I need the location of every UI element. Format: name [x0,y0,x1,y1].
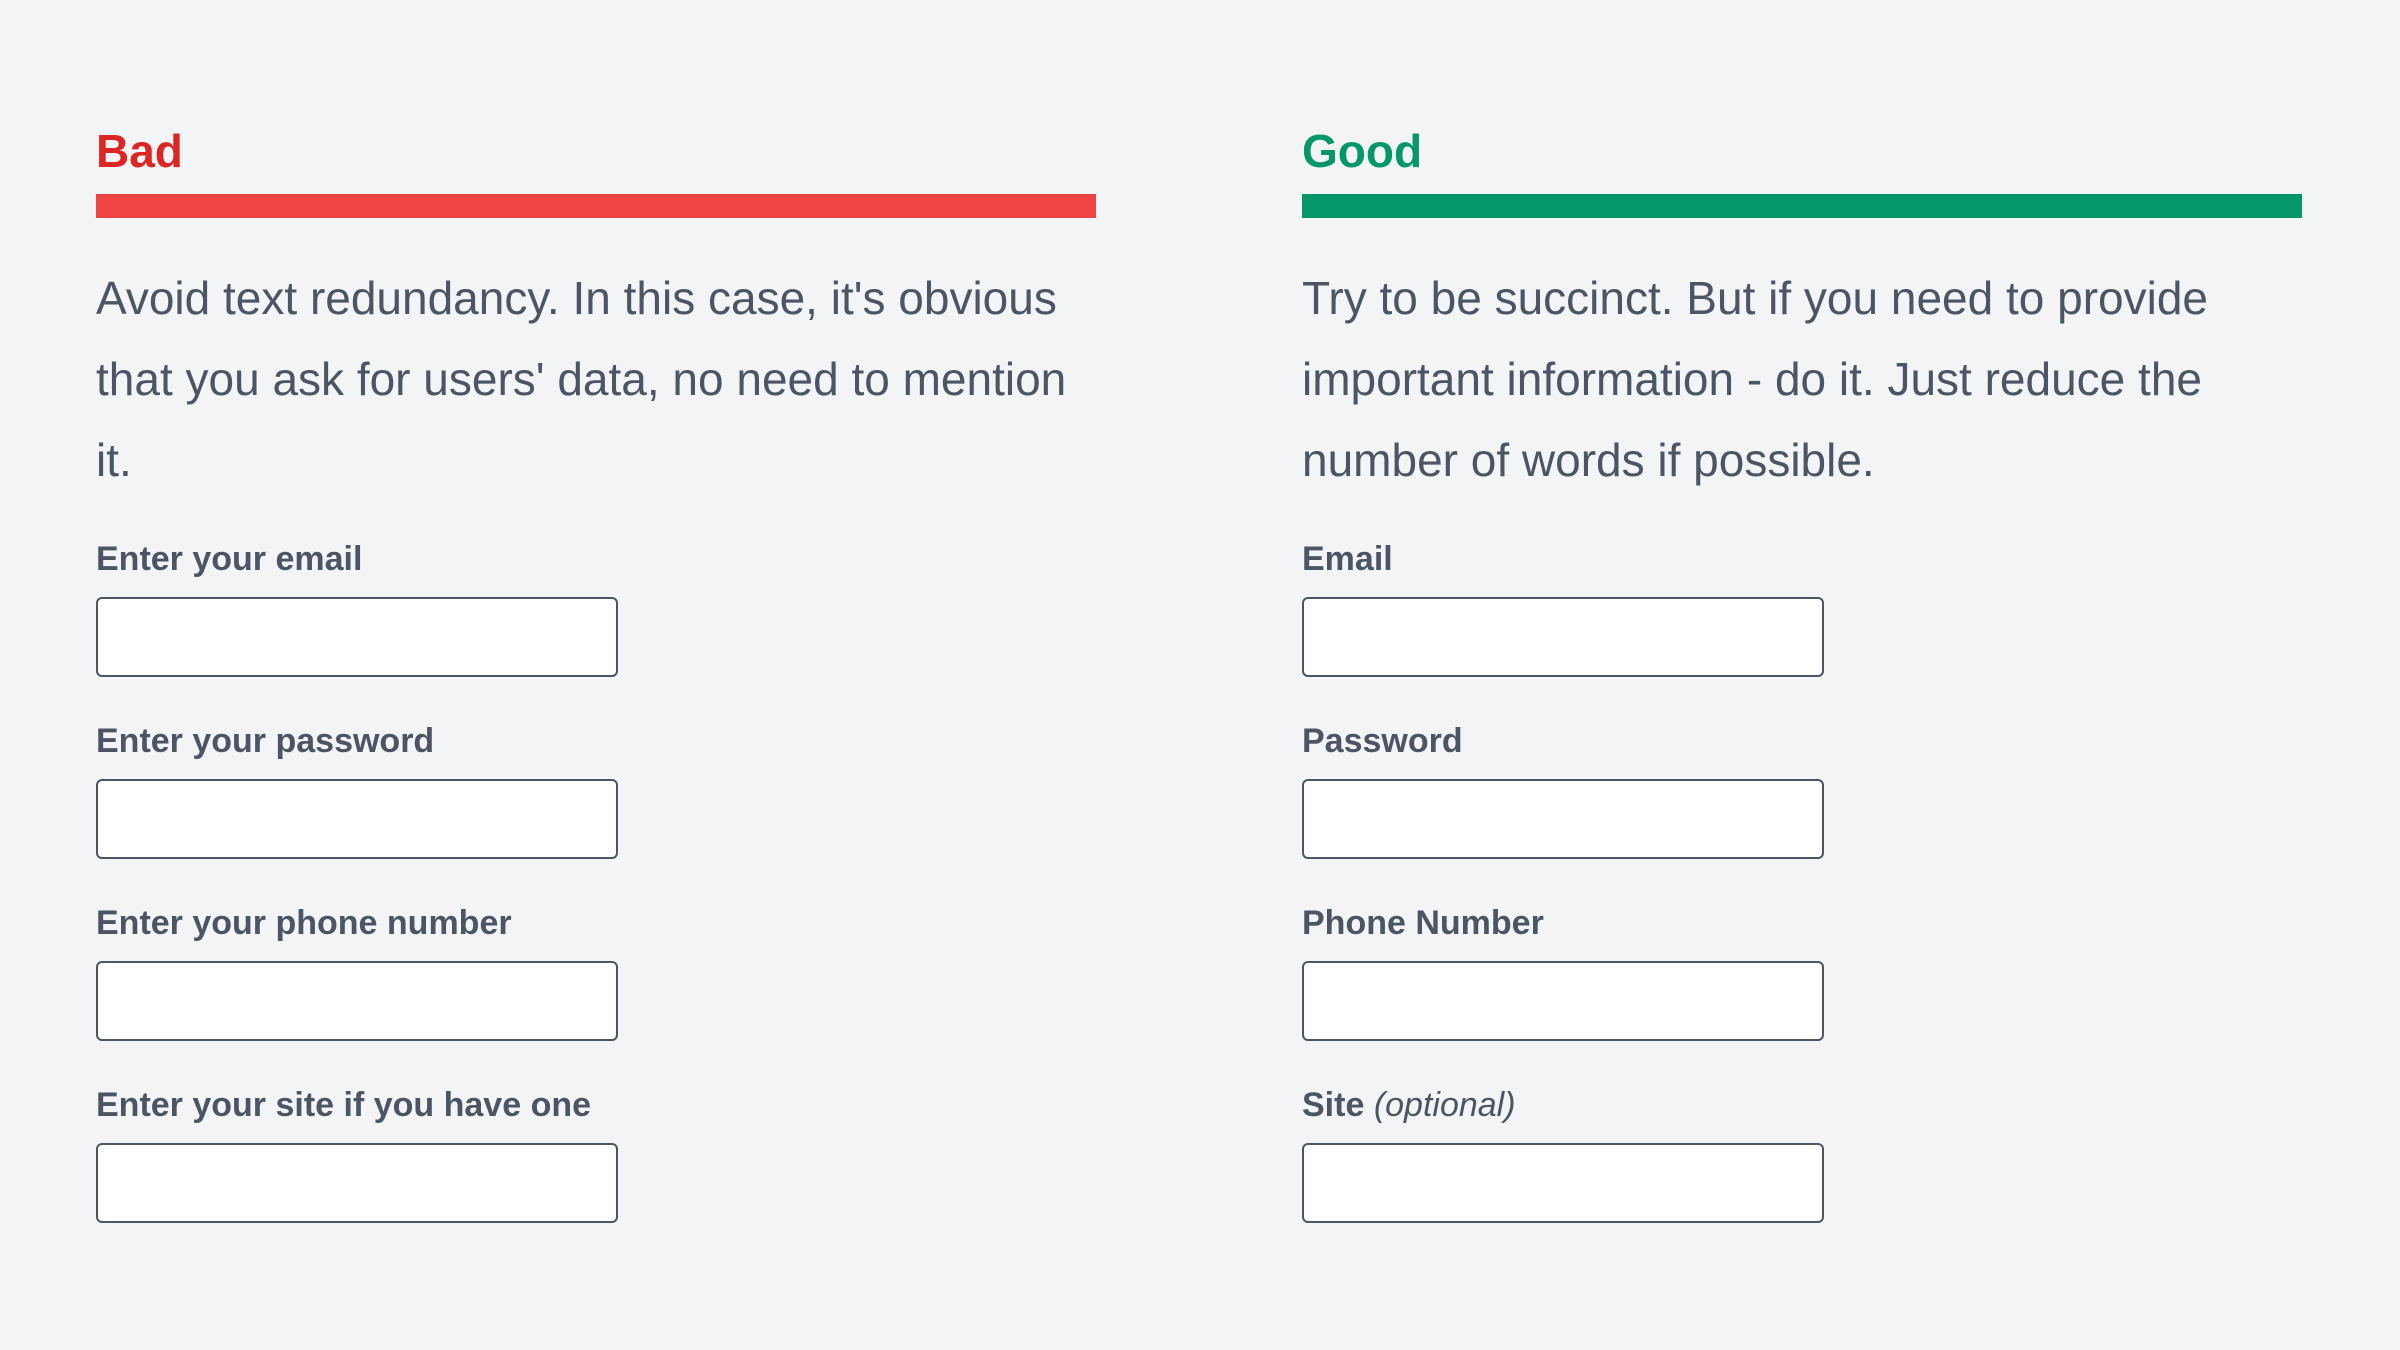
good-description: Try to be succinct. But if you need to p… [1302,272,2208,486]
good-site-label: Site (optional) [1302,1083,1516,1127]
good-site-input[interactable] [1302,1143,1824,1223]
good-phone-input[interactable] [1302,961,1824,1041]
bad-accent-bar [96,194,1096,218]
bad-site-input[interactable] [96,1143,618,1223]
bad-email-label: Enter your email [96,540,363,578]
bad-description: Avoid text redundancy. In this case, it'… [96,272,1067,486]
good-email-label: Email [1302,540,1393,578]
bad-phone-input[interactable] [96,961,618,1041]
good-accent-bar [1302,194,2302,218]
bad-password-label: Enter your password [96,722,435,760]
bad-password-input[interactable] [96,779,618,859]
good-email-input[interactable] [1302,597,1824,677]
optional-note: (optional) [1373,1086,1516,1124]
good-password-input[interactable] [1302,779,1824,859]
good-phone-label: Phone Number [1302,904,1544,942]
bad-title: Bad [96,125,183,177]
good-site-label-text: Site [1302,1086,1365,1124]
bad-email-input[interactable] [96,597,618,677]
good-title: Good [1302,125,1423,177]
bad-phone-label: Enter your phone number [96,904,512,942]
good-password-label: Password [1302,722,1463,760]
bad-site-label: Enter your site if you have one [96,1086,592,1124]
